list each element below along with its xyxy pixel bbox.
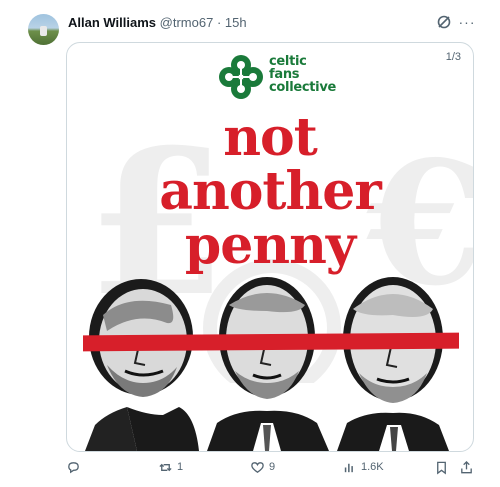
views-icon	[344, 463, 353, 472]
avatar[interactable]	[28, 14, 59, 45]
reply-icon	[68, 461, 79, 473]
logo-wordmark: celtic fans collective	[269, 55, 359, 94]
views-button[interactable]: 1.6K	[342, 456, 384, 478]
headline-line: another	[159, 161, 382, 222]
portrait-left	[85, 279, 199, 451]
grok-icon[interactable]	[435, 13, 453, 31]
headline-line: not	[223, 107, 318, 168]
repost-icon	[159, 463, 172, 471]
repost-count: 1	[177, 461, 184, 473]
separator-dot: ·	[216, 15, 222, 30]
portraits-illustration	[85, 277, 449, 451]
portrait-middle	[207, 277, 329, 451]
portrait-right	[337, 277, 449, 451]
tweet-actions: 1 9 1.6K	[0, 456, 500, 478]
author-name[interactable]: Allan Williams	[68, 15, 156, 30]
bookmark-icon	[437, 461, 446, 474]
celtic-clover-logo	[219, 55, 263, 99]
headline-line: penny	[184, 215, 356, 276]
tweet-header: Allan Williams @trmo67 · 15h	[68, 14, 247, 32]
heart-icon	[251, 461, 264, 473]
share-icon	[461, 460, 472, 473]
timestamp[interactable]: 15h	[225, 15, 247, 30]
logo-line: collective	[269, 80, 337, 95]
more-icon: ···	[458, 14, 476, 30]
like-count: 9	[269, 461, 276, 473]
bookmark-button[interactable]	[434, 456, 449, 478]
grok-glyph-icon	[437, 15, 451, 29]
media-counter: 1/3	[445, 51, 461, 63]
author-handle[interactable]: @trmo67	[160, 15, 214, 30]
share-button[interactable]	[459, 456, 474, 478]
reply-button[interactable]	[66, 456, 85, 478]
more-options-button[interactable]: ···	[458, 13, 476, 31]
views-count: 1.6K	[361, 461, 384, 473]
like-button[interactable]: 9	[250, 456, 275, 478]
redaction-bar	[83, 332, 459, 352]
repost-button[interactable]: 1	[158, 456, 183, 478]
headline: not another penny	[67, 111, 473, 273]
tweet-media[interactable]: 1/3 £ € celtic fans collective not	[66, 42, 474, 452]
